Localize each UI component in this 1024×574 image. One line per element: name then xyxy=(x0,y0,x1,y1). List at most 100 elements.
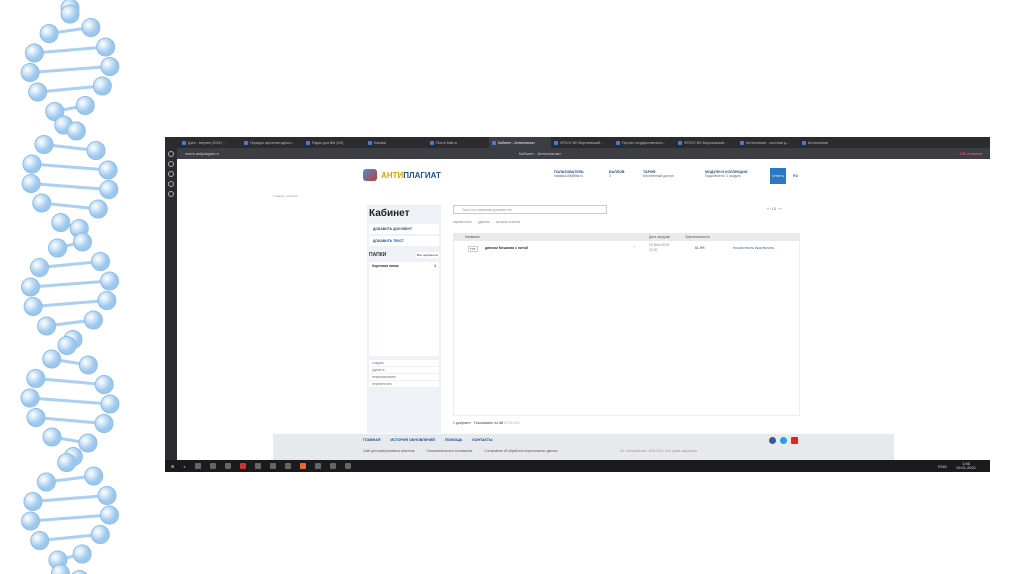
points[interactable]: БАЛЛОВ 3 xyxy=(609,170,625,178)
breadcrumb[interactable]: Главная / Кабинет xyxy=(273,194,298,198)
folder-item[interactable]: Корневая папка 1 xyxy=(369,262,439,270)
footer-home[interactable]: ГЛАВНАЯ xyxy=(363,438,380,442)
per-page-50[interactable]: 50 xyxy=(509,421,513,425)
youtube-icon[interactable] xyxy=(791,437,798,444)
browser-tab[interactable]: Порядок изучения одного... xyxy=(241,137,303,148)
dna-node xyxy=(21,511,41,531)
per-page-20[interactable]: 20 xyxy=(504,421,508,425)
dna-node xyxy=(42,427,62,447)
table-row[interactable]: TXT диплом Мешкова с литой ✓ 15 Июн 2019… xyxy=(453,242,800,256)
browser-tab[interactable]: Дзен - вернее (2019) ... xyxy=(179,137,241,148)
browser-tab[interactable]: Антиплагиат - система д... xyxy=(737,137,799,148)
logo-b: ПЛАГИАТ xyxy=(403,170,441,180)
dna-node xyxy=(99,505,119,525)
dna-node xyxy=(100,271,120,291)
copyright: АО «Антиплагиат» 2005-2021. Все права за… xyxy=(619,449,698,453)
footer-contacts[interactable]: КОНТАКТЫ xyxy=(472,438,492,442)
browser-tab[interactable]: Антиплагиат xyxy=(799,137,861,148)
col-name[interactable]: Название xyxy=(465,235,480,239)
dna-node xyxy=(39,24,59,43)
dna-node xyxy=(72,544,92,564)
url[interactable]: users.antiplagiat.ru xyxy=(185,151,219,156)
dna-bond xyxy=(30,65,110,74)
footer: ГЛАВНАЯ ИСТОРИЯ ОБНОВЛЕНИЙ ПОМОЩЬ КОНТАКТЫ … xyxy=(273,434,894,460)
address-bar[interactable]: users.antiplagiat.ru Кабинет - Антиплагиа… xyxy=(177,148,990,159)
language-indicator[interactable]: ENG xyxy=(938,464,947,469)
dna-node xyxy=(36,472,56,492)
dna-node xyxy=(20,63,40,82)
dna-node xyxy=(71,570,88,574)
tab-label: Антиплагиат xyxy=(808,140,829,145)
tariff[interactable]: ТАРИФ Бесплатный доступ xyxy=(643,170,674,178)
browser-tab[interactable]: ФГБОУ ВО Воронежский... xyxy=(675,137,737,148)
tab-label: Порядок изучения одного... xyxy=(250,140,295,145)
modules[interactable]: МОДУЛИ И КОЛЛЕКЦИИ Подключено: 1 модуль xyxy=(705,170,747,178)
footer-history[interactable]: ИСТОРИЯ ОБНОВЛЕНИЙ xyxy=(390,438,435,442)
all-docs-button[interactable]: Все документы xyxy=(415,252,439,258)
search-input[interactable]: Поиск по названию документов xyxy=(453,205,607,214)
reviews-badge[interactable]: 135 отзывов xyxy=(959,151,982,156)
delete-action[interactable]: удалить xyxy=(478,220,490,224)
footer-help[interactable]: ПОМОЩЬ xyxy=(445,438,462,442)
tab-label: Портал государственных... xyxy=(622,140,666,145)
page-number[interactable]: 1/1 xyxy=(772,207,777,211)
folders-title: ПАПКИ xyxy=(369,252,387,258)
footer-corporate[interactable]: Сайт для корпоративных клиентов xyxy=(363,449,414,453)
col-originality[interactable]: Оригинальность xyxy=(685,235,710,239)
dna-node xyxy=(83,310,103,330)
view-results-button[interactable]: ПОСМОТРЕТЬ РЕЗУЛЬТАТЫ xyxy=(733,246,774,250)
dna-node xyxy=(23,492,43,511)
dna-bond xyxy=(37,84,103,94)
browser-tab[interactable]: ФГБОУ ВО Воронежский... xyxy=(551,137,613,148)
browser-tab[interactable]: Портал государственных... xyxy=(613,137,675,148)
clock[interactable]: 1:56 19.01.2021 xyxy=(956,462,976,470)
per-page-10[interactable]: 10 xyxy=(499,421,503,425)
upload-time: 22:00 xyxy=(649,248,658,252)
dna-node xyxy=(21,174,41,193)
browser-tab[interactable]: Кабинет - Антиплагиат xyxy=(489,137,551,148)
add-text-label: ДОБАВИТЬ ТЕКСТ xyxy=(373,239,404,243)
windows-icon[interactable]: ⊞ xyxy=(171,464,174,469)
twitter-icon[interactable] xyxy=(780,437,787,444)
col-date[interactable]: Дата загрузки xyxy=(649,235,670,239)
dna-node xyxy=(24,43,44,63)
pager-top[interactable]: « ‹ 1/1 › » xyxy=(767,207,782,211)
dna-node xyxy=(90,525,110,544)
taskbar: ⊞ ⌕ ENG 1:56 19.01.2021 xyxy=(165,460,990,472)
browser-tab[interactable]: Радио для ВМ (2/5) xyxy=(303,137,365,148)
dna-bond xyxy=(31,182,109,191)
logo[interactable]: АНТИ ПЛАГИАТ xyxy=(363,169,441,181)
tab-favicon-icon xyxy=(244,140,248,145)
dna-node xyxy=(23,297,43,316)
folder-delete[interactable]: удалить xyxy=(369,367,439,373)
footer-privacy[interactable]: Соглашение об обработке персональных дан… xyxy=(484,449,557,453)
folder-name: Корневая папка xyxy=(372,264,399,268)
dna-node xyxy=(30,531,50,550)
dna-node xyxy=(34,135,54,154)
dna-node xyxy=(48,238,68,258)
footer-agreement[interactable]: Пользовательское соглашение xyxy=(426,449,472,453)
history-action[interactable]: история отчетов xyxy=(496,220,520,224)
folder-move[interactable]: переместить xyxy=(369,381,439,387)
dna-bond xyxy=(29,396,111,406)
folder-rename[interactable]: переименовать xyxy=(369,374,439,380)
dna-bond xyxy=(35,377,105,386)
browser-tab[interactable]: Kanalat xyxy=(365,137,427,148)
per-page-100[interactable]: 100 xyxy=(514,421,520,425)
language-select[interactable]: RU xyxy=(793,174,798,178)
sidebar-title: Кабинет xyxy=(369,208,410,219)
move-action[interactable]: переместить xyxy=(453,220,472,224)
folder-create[interactable]: создать xyxy=(369,360,439,366)
tab-label: ФГБОУ ВО Воронежский... xyxy=(684,140,728,145)
add-document-button[interactable]: ДОБАВИТЬ ДОКУМЕНТ xyxy=(369,224,439,234)
search-icon[interactable]: ⌕ xyxy=(183,464,185,469)
facebook-icon[interactable] xyxy=(769,437,776,444)
browser-tab[interactable]: Почта Mail.ru xyxy=(427,137,489,148)
upload-date: 15 Июн 2019 xyxy=(649,243,670,247)
tab-label: Радио для ВМ (2/5) xyxy=(312,140,344,145)
document-name[interactable]: диплом Мешкова с литой xyxy=(485,246,528,250)
user-menu[interactable]: ПОЛЬЗОВАТЕЛЬ natasha158@list.ru xyxy=(554,170,584,178)
tab-favicon-icon xyxy=(430,140,434,145)
add-text-button[interactable]: ДОБАВИТЬ ТЕКСТ xyxy=(369,236,439,246)
buy-button[interactable]: КУПИТЬ xyxy=(770,168,786,184)
